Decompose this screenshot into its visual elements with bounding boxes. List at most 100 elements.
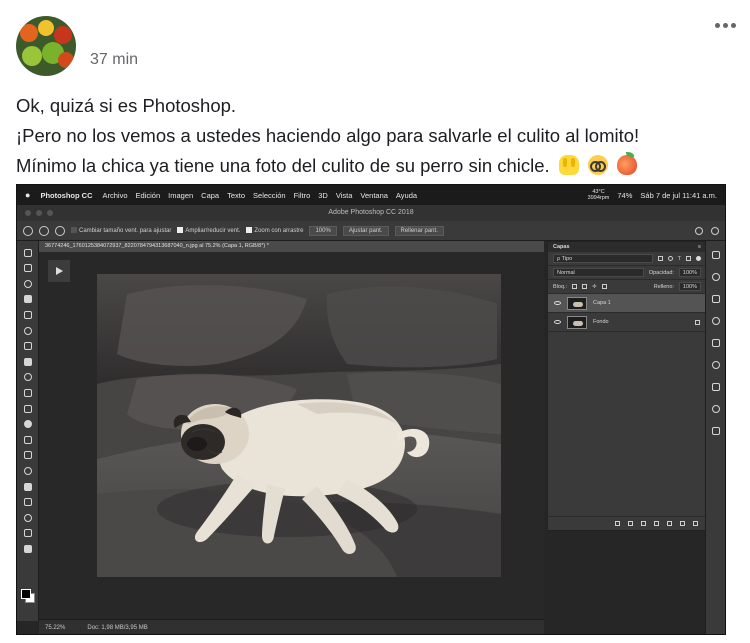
- marquee-tool-icon[interactable]: [23, 264, 32, 273]
- character-icon[interactable]: [711, 405, 720, 413]
- fill-input[interactable]: 100%: [678, 282, 701, 291]
- adjustment-layer-icon[interactable]: [654, 521, 659, 526]
- cpu-temp: 43°C 3994rpm: [587, 189, 610, 201]
- visibility-eye-icon[interactable]: [554, 320, 561, 324]
- filter-shape-icon[interactable]: [686, 256, 691, 261]
- lock-transparent-icon[interactable]: [572, 284, 578, 289]
- blend-mode-select[interactable]: Normal: [553, 268, 644, 277]
- menu-item: Texto: [227, 190, 246, 200]
- zoom-in-icon[interactable]: [39, 225, 49, 236]
- layers-footer: [548, 516, 706, 530]
- new-group-icon[interactable]: [667, 521, 672, 526]
- panel-menu-icon[interactable]: ≡: [698, 242, 701, 252]
- crop-tool-icon[interactable]: [23, 310, 32, 319]
- adjustments-icon[interactable]: [711, 273, 720, 281]
- trash-icon[interactable]: [693, 521, 698, 526]
- menu-item: Edición: [135, 190, 161, 200]
- stamp-tool-icon[interactable]: [23, 373, 32, 382]
- doc-size: Doc: 1,98 MB/3,95 MB: [87, 624, 148, 631]
- layers-panel: Capas ≡ ρ Tipo T Normal Opacidad: 100% B…: [547, 241, 707, 531]
- post-line-with-emojis: Mínimo la chica ya tiene una foto del cu…: [16, 151, 741, 181]
- photoshop-screenshot[interactable]: ● Photoshop CC Archivo Edición Imagen Ca…: [16, 184, 726, 635]
- canvas-area[interactable]: [39, 252, 544, 619]
- visibility-eye-icon[interactable]: [554, 301, 561, 305]
- pen-tool-icon[interactable]: [23, 466, 32, 475]
- gradient-tool-icon[interactable]: [23, 420, 32, 429]
- filter-pixel-icon[interactable]: [657, 256, 663, 261]
- post-timestamp[interactable]: 37 min: [90, 51, 138, 69]
- healing-tool-icon[interactable]: [23, 342, 32, 351]
- fit-screen-button[interactable]: Ajustar pant.: [342, 225, 389, 236]
- tool-options-bar: Cambiar tamaño vent. para ajustar Amplia…: [17, 221, 725, 241]
- zoom-out-icon[interactable]: [55, 225, 65, 236]
- layer-item[interactable]: Capa 1: [548, 294, 706, 313]
- document-tab[interactable]: 36774246_1760125384072937_82207847943136…: [39, 241, 544, 252]
- window-title-bar: Adobe Photoshop CC 2018: [17, 205, 725, 221]
- eraser-tool-icon[interactable]: [23, 404, 32, 413]
- type-tool-icon[interactable]: [23, 482, 32, 491]
- search-icon[interactable]: [695, 226, 703, 235]
- layer-filter-row: ρ Tipo T: [548, 252, 706, 266]
- raising-hands-icon: [558, 155, 579, 175]
- opacity-input[interactable]: 100%: [678, 268, 701, 277]
- zoom-tool-icon[interactable]: [23, 544, 32, 553]
- brush-tool-icon[interactable]: [23, 357, 32, 366]
- properties-icon[interactable]: [711, 295, 720, 303]
- filter-type-icon[interactable]: T: [678, 256, 681, 262]
- scrubby-zoom-option[interactable]: Zoom con arrastre: [246, 227, 303, 234]
- layer-mask-icon[interactable]: [641, 521, 646, 526]
- layers-panel-title[interactable]: Capas: [553, 244, 570, 250]
- libraries-icon[interactable]: [711, 251, 720, 259]
- foreground-color-swatch[interactable]: [21, 589, 31, 599]
- hand-tool-icon[interactable]: [23, 529, 32, 538]
- peach-icon: [617, 152, 638, 175]
- paragraph-icon[interactable]: [711, 383, 720, 391]
- pug-photo: [97, 274, 501, 577]
- move-tool-icon[interactable]: [23, 248, 32, 257]
- zoom-all-option[interactable]: Ampliar/reducir vent.: [177, 227, 240, 234]
- lock-image-icon[interactable]: [582, 284, 588, 289]
- menu-item: 3D: [318, 190, 328, 200]
- layer-name[interactable]: Capa 1: [593, 300, 611, 306]
- menu-item: Capa: [201, 190, 220, 200]
- workspace-icon[interactable]: [711, 226, 719, 235]
- zoom-level[interactable]: 75.22%: [45, 625, 65, 631]
- layer-filter-select[interactable]: ρ Tipo: [553, 254, 653, 263]
- layer-style-icon[interactable]: [628, 521, 633, 526]
- resize-windows-option[interactable]: Cambiar tamaño vent. para ajustar: [71, 227, 171, 234]
- path-select-tool-icon[interactable]: [23, 498, 32, 507]
- history-brush-tool-icon[interactable]: [23, 388, 32, 397]
- fill-screen-button[interactable]: Rellenar pant.: [394, 225, 444, 236]
- lock-label: Bloq.:: [553, 283, 568, 290]
- quick-select-tool-icon[interactable]: [23, 295, 32, 304]
- menu-item: Ayuda: [395, 190, 418, 200]
- swatches-icon[interactable]: [711, 361, 720, 369]
- menu-item: Vista: [335, 190, 353, 200]
- new-layer-icon[interactable]: [680, 521, 685, 526]
- layer-name[interactable]: Fondo: [593, 319, 609, 325]
- more-options-icon[interactable]: [710, 10, 740, 40]
- info-icon[interactable]: [711, 317, 720, 325]
- battery-status: 74%: [617, 190, 633, 200]
- apple-icon: ●: [25, 190, 31, 200]
- eyedropper-tool-icon[interactable]: [23, 326, 32, 335]
- lock-all-icon[interactable]: [601, 284, 607, 289]
- lock-position-icon[interactable]: ✛: [592, 284, 597, 290]
- fill-label: Relleno:: [653, 283, 674, 290]
- filter-toggle-icon[interactable]: [696, 256, 701, 261]
- author-avatar[interactable]: [16, 16, 76, 76]
- glyphs-icon[interactable]: [711, 427, 720, 435]
- filter-adjust-icon[interactable]: [667, 256, 673, 261]
- blur-tool-icon[interactable]: [23, 435, 32, 444]
- right-panel-dock: [705, 241, 725, 634]
- dodge-tool-icon[interactable]: [23, 451, 32, 460]
- brushes-icon[interactable]: [711, 339, 720, 347]
- window-title: Adobe Photoshop CC 2018: [328, 209, 414, 216]
- link-layers-icon[interactable]: [615, 521, 620, 526]
- layer-item[interactable]: Fondo: [548, 313, 706, 332]
- play-icon[interactable]: [48, 260, 70, 282]
- shape-tool-icon[interactable]: [23, 513, 32, 522]
- status-bar: 75.22% Doc: 1,98 MB/3,95 MB: [39, 619, 544, 634]
- lasso-tool-icon[interactable]: [23, 279, 32, 288]
- zoom-100-button[interactable]: 100%: [309, 225, 337, 236]
